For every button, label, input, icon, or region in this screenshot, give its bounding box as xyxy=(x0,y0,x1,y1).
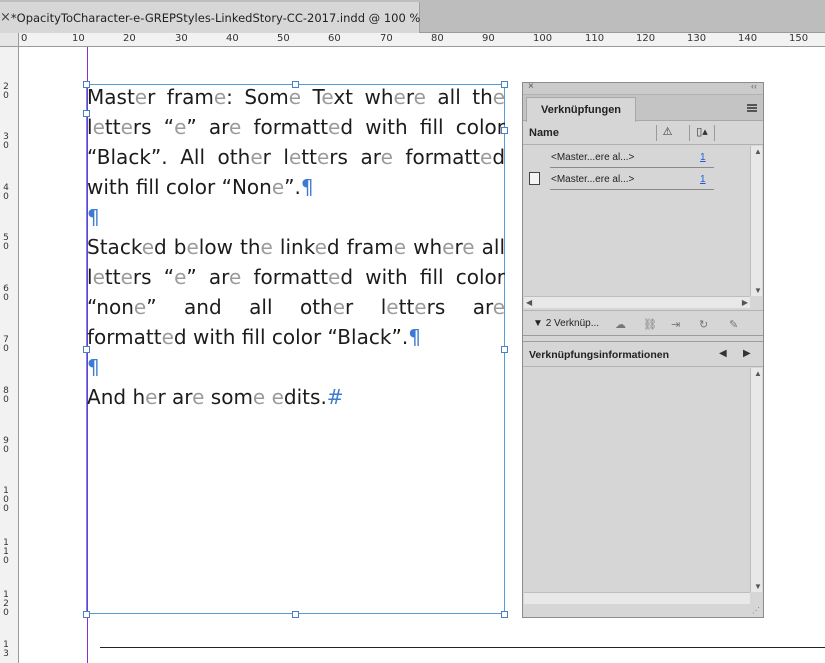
ruler-tick-label: 130 xyxy=(687,33,707,44)
pilcrow-mark: ¶ xyxy=(87,355,100,379)
ruler-tick-label: 8 0 xyxy=(3,386,9,405)
ruler-tick-label: 100 xyxy=(533,33,553,44)
paragraph-text: Stacked below the linked frame where all… xyxy=(87,235,506,349)
link-name: <Master...ere al...> xyxy=(551,152,635,163)
links-vertical-scrollbar[interactable]: ▲ ▼ xyxy=(750,146,762,296)
ruler-tick-label: 140 xyxy=(738,33,758,44)
edit-original-icon[interactable]: ✎ xyxy=(729,318,738,331)
row-divider xyxy=(550,189,714,190)
cloud-link-icon[interactable]: ☁ xyxy=(615,318,626,331)
ruler-tick-label: 1 3 xyxy=(3,640,9,659)
panel-title-bar[interactable]: × ‹‹ xyxy=(523,81,763,95)
go-to-link-icon[interactable]: ⇥ xyxy=(671,318,680,331)
story-paragraph: Stacked below the linked frame where all… xyxy=(87,232,505,352)
page-icon[interactable]: ▯▴ xyxy=(689,125,715,141)
links-horizontal-scrollbar[interactable]: ◀ ▶ xyxy=(524,296,750,308)
warning-icon[interactable]: ⚠ xyxy=(656,125,678,141)
update-link-icon[interactable]: ↻ xyxy=(699,318,708,331)
pilcrow-mark: ¶ xyxy=(408,325,421,349)
document-tab-bar: × *OpacityToCharacter-e-GREPStyles-Linke… xyxy=(0,0,825,33)
link-info-header[interactable]: Verknüpfungsinformationen ◀ ▶ xyxy=(523,341,763,367)
scroll-left-icon[interactable]: ◀ xyxy=(526,298,532,307)
links-panel: × ‹‹ Verknüpfungen Name ⚠ ▯▴ <Master...e… xyxy=(522,81,764,618)
ruler-tick-label: 5 0 xyxy=(3,233,9,252)
list-item[interactable]: <Master...ere al...> 1 xyxy=(524,146,750,168)
close-tab-icon[interactable]: × xyxy=(0,10,11,25)
document-icon xyxy=(529,172,540,185)
info-horizontal-scrollbar[interactable] xyxy=(524,592,750,604)
column-name-header[interactable]: Name xyxy=(529,127,559,139)
paragraph-text: Master frame: Some Text where all the le… xyxy=(87,85,506,199)
ruler-tick-label: 1 0 0 xyxy=(3,486,9,514)
panel-menu-icon[interactable] xyxy=(747,104,757,112)
links-count-label: 2 Verknüp... xyxy=(545,318,600,329)
ruler-tick-label: 70 xyxy=(380,33,393,44)
ruler-tick-label: 2 0 xyxy=(3,82,9,101)
panel-collapse-icon[interactable]: ‹‹ xyxy=(751,81,757,91)
ruler-tick-label: 30 xyxy=(175,33,188,44)
ruler-tick-label: 80 xyxy=(431,33,444,44)
ruler-tick-label: 50 xyxy=(277,33,290,44)
horizontal-ruler[interactable]: 0 10 20 30 40 50 60 70 80 90 100 110 120 130 140 150 xyxy=(19,33,825,47)
scroll-up-icon[interactable]: ▲ xyxy=(754,147,762,156)
relink-icon[interactable]: ⛓ xyxy=(643,318,657,331)
ruler-tick-label: 60 xyxy=(328,33,341,44)
pilcrow-mark: ¶ xyxy=(87,205,100,229)
paragraph-text: And her are some edits. xyxy=(87,385,327,409)
link-name: <Master...ere al...> xyxy=(551,174,635,185)
ruler-tick-label: 4 0 xyxy=(3,183,9,202)
frame-handle[interactable] xyxy=(292,611,299,618)
ruler-tick-label: 0 xyxy=(21,33,28,44)
previous-link-icon[interactable]: ◀ xyxy=(719,348,727,359)
link-page-number[interactable]: 1 xyxy=(700,152,706,163)
story-paragraph: Master frame: Some Text where all the le… xyxy=(87,82,505,202)
ruler-tick-label: 10 xyxy=(72,33,85,44)
links-count[interactable]: ▼ 2 Verknüp... xyxy=(533,318,599,329)
ruler-tick-label: 20 xyxy=(123,33,136,44)
ruler-tick-label: 7 0 xyxy=(3,335,9,354)
ruler-tick-label: 1 1 0 xyxy=(3,538,9,566)
resize-grip-icon[interactable]: ⋰ xyxy=(752,606,761,615)
scroll-up-icon[interactable]: ▲ xyxy=(754,369,762,378)
ruler-tick-label: 9 0 xyxy=(3,436,9,455)
links-list: <Master...ere al...> 1 <Master...ere al.… xyxy=(524,146,750,296)
pilcrow-mark: ¶ xyxy=(300,175,314,199)
links-column-header: Name ⚠ ▯▴ xyxy=(523,121,763,145)
scroll-right-icon[interactable]: ▶ xyxy=(742,298,748,307)
link-info-body xyxy=(524,368,750,592)
list-item[interactable]: <Master...ere al...> 1 xyxy=(524,168,750,190)
ruler-tick-label: 110 xyxy=(585,33,605,44)
document-tab-title: *OpacityToCharacter-e-GREPStyles-LinkedS… xyxy=(10,10,421,25)
links-toolbar: ▼ 2 Verknüp... ☁ ⛓ ⇥ ↻ ✎ xyxy=(523,310,763,336)
scroll-down-icon[interactable]: ▼ xyxy=(754,582,762,591)
document-tab[interactable]: × *OpacityToCharacter-e-GREPStyles-Linke… xyxy=(0,2,420,33)
vertical-ruler[interactable]: 2 0 3 0 4 0 5 0 6 0 7 0 8 0 9 0 1 0 0 1 1 0 1 2 0 1… xyxy=(0,47,19,663)
story-paragraph: And her are some edits.# xyxy=(87,382,505,412)
frame-handle[interactable] xyxy=(83,611,90,618)
ruler-origin[interactable] xyxy=(0,33,19,47)
ruler-tick-label: 40 xyxy=(226,33,239,44)
empty-paragraph: ¶ xyxy=(87,352,505,382)
ruler-tick-label: 6 0 xyxy=(3,284,9,303)
tab-links[interactable]: Verknüpfungen xyxy=(526,97,636,122)
page-bottom-edge xyxy=(100,647,825,648)
frame-handle[interactable] xyxy=(501,611,508,618)
story-text[interactable]: Master frame: Some Text where all the le… xyxy=(87,82,505,412)
link-info-label: Verknüpfungsinformationen xyxy=(529,349,670,361)
ruler-tick-label: 150 xyxy=(789,33,809,44)
ruler-tick-label: 3 0 xyxy=(3,132,9,151)
ruler-tick-label: 120 xyxy=(636,33,656,44)
info-vertical-scrollbar[interactable]: ▲ ▼ xyxy=(750,368,762,592)
disclosure-triangle-icon[interactable]: ▼ xyxy=(533,318,546,329)
end-of-story-mark: # xyxy=(326,385,344,409)
ruler-tick-label: 1 2 0 xyxy=(3,590,9,618)
empty-paragraph: ¶ xyxy=(87,202,505,232)
panel-tab-strip: Verknüpfungen xyxy=(523,95,763,122)
next-link-icon[interactable]: ▶ xyxy=(743,348,751,359)
ruler-tick-label: 90 xyxy=(482,33,495,44)
panel-close-icon[interactable]: × xyxy=(528,81,534,92)
scroll-down-icon[interactable]: ▼ xyxy=(754,286,762,295)
link-page-number[interactable]: 1 xyxy=(700,174,706,185)
